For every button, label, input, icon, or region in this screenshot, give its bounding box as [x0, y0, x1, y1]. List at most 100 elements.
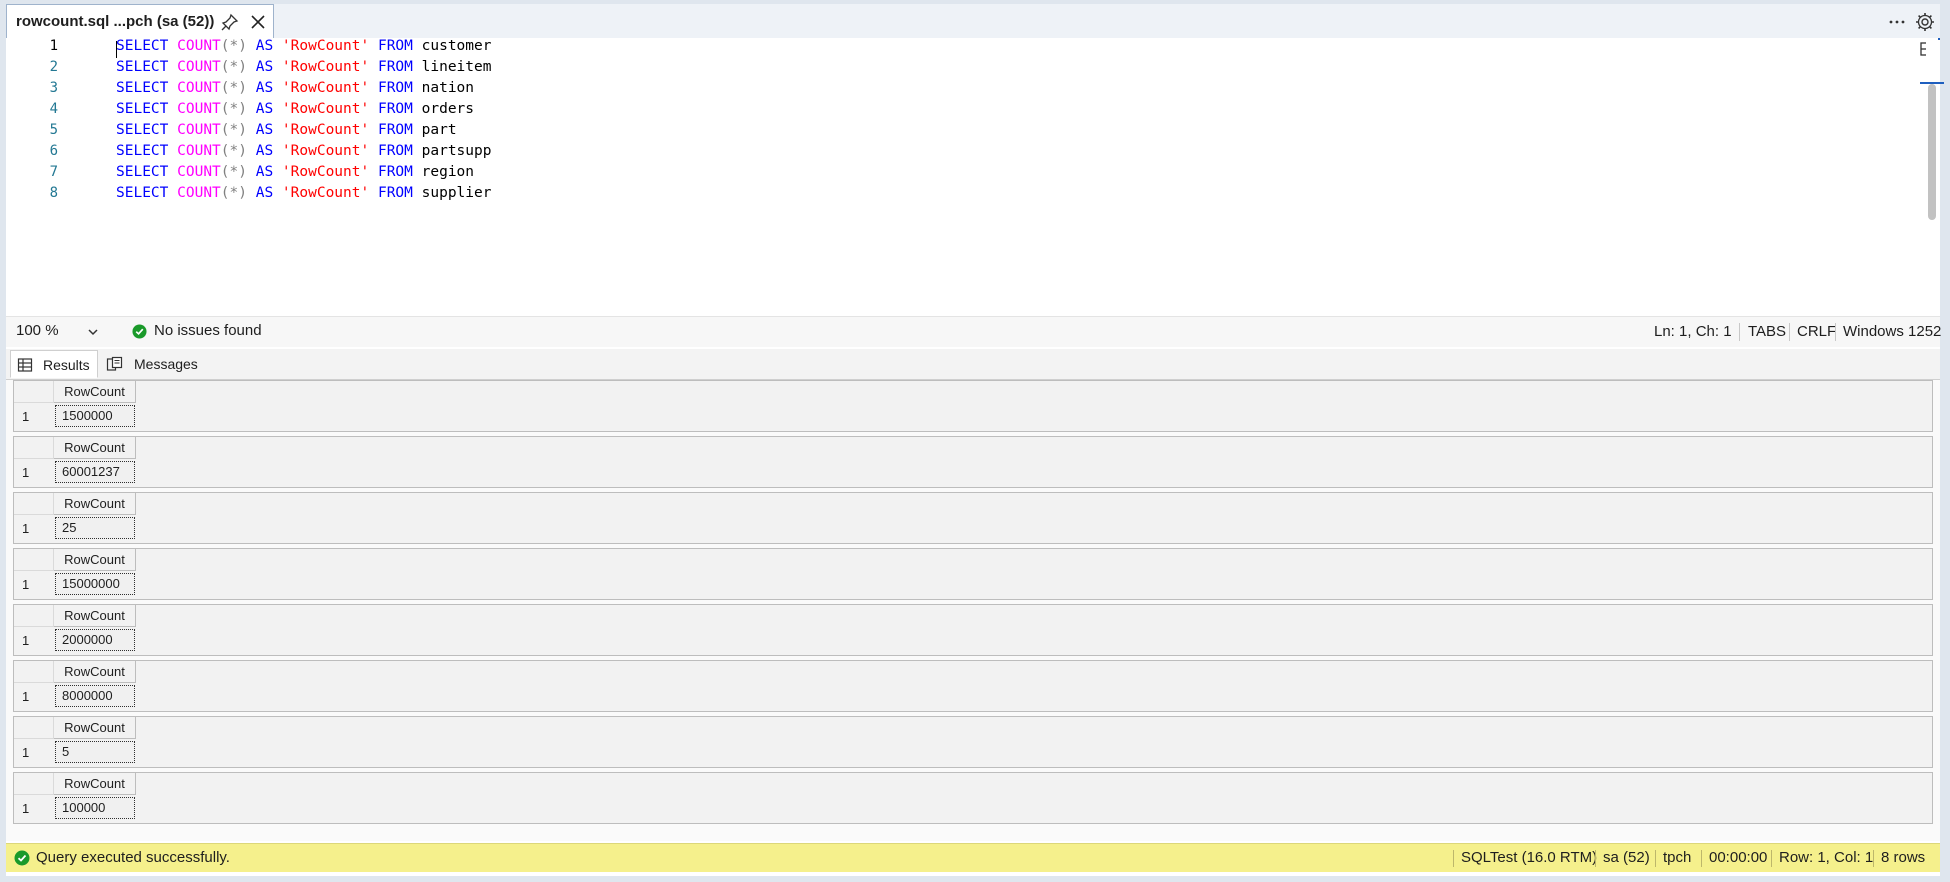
column-header[interactable]: RowCount [54, 773, 136, 795]
column-header[interactable]: RowCount [54, 661, 136, 683]
file-encoding[interactable]: Windows 1252 [1843, 323, 1941, 340]
document-tab-title: rowcount.sql ...pch (sa (52)) [16, 13, 215, 30]
result-grid[interactable]: RowCount 1 60001237 [13, 436, 1933, 488]
code-line[interactable]: SELECT COUNT(*) AS 'RowCount' FROM regio… [116, 164, 474, 180]
function-name: COUNT [177, 80, 221, 96]
grid-cell[interactable]: 15000000 [55, 573, 135, 595]
code-line[interactable]: SELECT COUNT(*) AS 'RowCount' FROM natio… [116, 80, 474, 96]
keyword: AS [255, 122, 274, 138]
result-grid[interactable]: RowCount 1 1500000 [13, 380, 1933, 432]
table-name: orders [421, 101, 475, 117]
editor-vertical-scrollbar[interactable] [1920, 38, 1944, 316]
row-number[interactable]: 1 [14, 683, 54, 711]
sql-editor[interactable]: 1 2 3 4 5 6 7 8 SELECT COUNT(*) AS 'RowC… [6, 38, 1928, 316]
grid-cell[interactable]: 1500000 [55, 405, 135, 427]
grid-corner [14, 381, 54, 403]
column-header[interactable]: RowCount [54, 549, 136, 571]
column-header[interactable]: RowCount [54, 605, 136, 627]
result-grid[interactable]: RowCount 1 8000000 [13, 660, 1933, 712]
status-message: Query executed successfully. [36, 849, 230, 866]
function-name: COUNT [177, 38, 221, 54]
function-args: (*) [220, 164, 247, 180]
gear-icon[interactable] [1914, 11, 1936, 33]
line-number: 3 [49, 80, 58, 96]
document-tab-strip: rowcount.sql ...pch (sa (52)) [6, 4, 1940, 40]
column-header[interactable]: RowCount [54, 381, 136, 403]
string-literal: 'RowCount' [281, 143, 370, 159]
grid-cell[interactable]: 25 [55, 517, 135, 539]
keyword: AS [255, 143, 274, 159]
tab-messages-label: Messages [134, 356, 198, 372]
column-header[interactable]: RowCount [54, 493, 136, 515]
keyword: FROM [377, 59, 413, 75]
pin-icon[interactable] [220, 12, 240, 32]
grid-cell[interactable]: 8000000 [55, 685, 135, 707]
tab-results[interactable]: Results [10, 350, 98, 378]
code-line[interactable]: SELECT COUNT(*) AS 'RowCount' FROM custo… [116, 38, 491, 54]
indentation-mode[interactable]: TABS [1748, 323, 1786, 340]
row-count: 8 rows [1881, 849, 1926, 866]
document-tab[interactable]: rowcount.sql ...pch (sa (52)) [6, 4, 274, 38]
row-number[interactable]: 1 [14, 403, 54, 431]
row-number[interactable]: 1 [14, 627, 54, 655]
result-grid[interactable]: RowCount 1 2000000 [13, 604, 1933, 656]
line-number: 5 [49, 122, 58, 138]
separator [1873, 850, 1874, 867]
row-number[interactable]: 1 [14, 795, 54, 823]
code-line[interactable]: SELECT COUNT(*) AS 'RowCount' FROM suppl… [116, 185, 491, 201]
column-header[interactable]: RowCount [54, 437, 136, 459]
separator [1595, 850, 1596, 867]
code-line[interactable]: SELECT COUNT(*) AS 'RowCount' FROM parts… [116, 143, 491, 159]
line-number: 4 [49, 101, 58, 117]
code-line[interactable]: SELECT COUNT(*) AS 'RowCount' FROM part [116, 122, 457, 138]
grid-position: Row: 1, Col: 1 [1779, 849, 1874, 866]
grid-corner [14, 773, 54, 795]
grid-cell[interactable]: 2000000 [55, 629, 135, 651]
separator [1655, 850, 1656, 867]
result-grid[interactable]: RowCount 1 5 [13, 716, 1933, 768]
success-check-icon [14, 850, 30, 866]
check-circle-icon [132, 324, 147, 339]
keyword: SELECT [116, 143, 169, 159]
keyword: SELECT [116, 185, 169, 201]
tab-messages[interactable]: Messages [100, 350, 204, 378]
function-name: COUNT [177, 143, 221, 159]
result-grid[interactable]: RowCount 1 15000000 [13, 548, 1933, 600]
column-header[interactable]: RowCount [54, 717, 136, 739]
grid-corner [14, 437, 54, 459]
elapsed-time: 00:00:00 [1709, 849, 1768, 866]
keyword: SELECT [116, 122, 169, 138]
row-number[interactable]: 1 [14, 515, 54, 543]
scrollbar-thumb[interactable] [1928, 84, 1936, 220]
function-name: COUNT [177, 122, 221, 138]
result-grid[interactable]: RowCount 1 25 [13, 492, 1933, 544]
table-name: part [421, 122, 457, 138]
grid-cell[interactable]: 100000 [55, 797, 135, 819]
keyword: FROM [377, 101, 413, 117]
query-status-bar: Query executed successfully. SQLTest (16… [6, 843, 1940, 872]
results-tab-strip: Results Messages [6, 349, 1940, 380]
row-number[interactable]: 1 [14, 739, 54, 767]
zoom-dropdown[interactable]: 100 % [16, 322, 102, 342]
separator [1739, 323, 1740, 341]
cursor-position[interactable]: Ln: 1, Ch: 1 [1654, 323, 1732, 340]
result-grid[interactable]: RowCount 1 100000 [13, 772, 1933, 824]
code-line[interactable]: SELECT COUNT(*) AS 'RowCount' FROM linei… [116, 59, 491, 75]
editor-info-bar: 100 % No issues found Ln: 1, Ch: 1 TABS … [6, 316, 1941, 347]
row-number[interactable]: 1 [14, 459, 54, 487]
code-line[interactable]: SELECT COUNT(*) AS 'RowCount' FROM order… [116, 101, 474, 117]
line-number: 8 [49, 185, 58, 201]
grid-corner [14, 493, 54, 515]
close-icon[interactable] [248, 12, 268, 32]
connection-user: sa (52) [1603, 849, 1650, 866]
function-args: (*) [220, 185, 247, 201]
grid-cell[interactable]: 5 [55, 741, 135, 763]
more-options-icon[interactable] [1886, 11, 1908, 33]
keyword: SELECT [116, 80, 169, 96]
keyword: AS [255, 164, 274, 180]
keyword: SELECT [116, 164, 169, 180]
grid-cell[interactable]: 60001237 [55, 461, 135, 483]
row-number[interactable]: 1 [14, 571, 54, 599]
keyword: SELECT [116, 38, 169, 54]
line-ending[interactable]: CRLF [1789, 323, 1836, 340]
